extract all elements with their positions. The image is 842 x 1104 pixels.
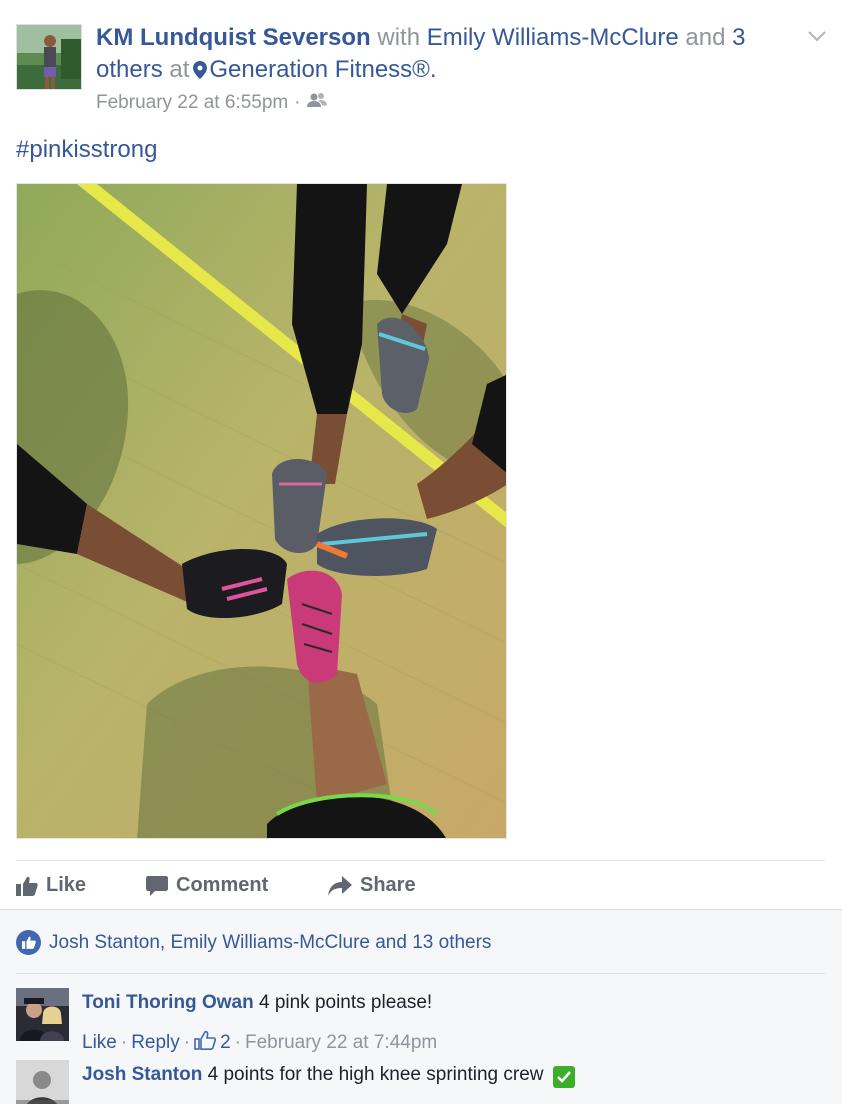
and-text: and [685,24,726,51]
with-text: with [377,24,421,51]
comment-label: Comment [176,874,269,896]
post-timestamp[interactable]: February 22 at 6:55pm [96,92,288,114]
commenter-avatar[interactable] [16,988,69,1041]
period-text: . [429,56,437,83]
share-label: Share [360,874,416,896]
like-reaction-icon [16,930,41,955]
check-mark-icon [552,1066,575,1088]
like-label: Like [46,874,87,896]
commenter-name-link[interactable]: Josh Stanton [82,1064,202,1085]
meta-separator: · [120,1032,128,1053]
comment-like-link[interactable]: Like [82,1032,117,1054]
author-name-link[interactable]: KM Lundquist Severson [96,24,371,51]
comment-body: Toni Thoring Owan 4 pink points please! [82,990,432,1016]
at-text: at [169,56,190,83]
share-button[interactable]: Share [328,874,416,897]
outline-thumbs-up-icon[interactable] [194,1030,217,1056]
location-link[interactable]: Generation Fitness® [209,56,429,83]
tagged-friend-link[interactable]: Emily Williams-McClure [427,24,679,51]
comments-section: Josh Stanton, Emily Williams-McClure and… [0,909,842,1104]
thumbs-up-icon [16,876,38,896]
author-avatar[interactable] [16,24,82,90]
actions-divider [16,860,825,861]
comment-button[interactable]: Comment [146,874,268,897]
post-message[interactable]: #pinkisstrong [16,136,157,164]
post-card: KM Lundquist Severson with Emily William… [0,0,842,1104]
comment-text: 4 pink points please! [258,992,433,1013]
post-header: KM Lundquist Severson with Emily William… [96,22,796,86]
likes-summary[interactable]: Josh Stanton, Emily Williams-McClure and… [16,930,491,955]
speech-bubble-icon [146,875,168,896]
share-arrow-icon [328,875,352,896]
friends-icon[interactable] [306,92,327,114]
comment-timestamp[interactable]: February 22 at 7:44pm [245,1032,437,1054]
comment-reply-link[interactable]: Reply [131,1032,180,1054]
meta-separator: · [183,1032,191,1053]
post-meta: February 22 at 6:55pm · [96,92,327,114]
meta-separator: · [234,1032,241,1053]
post-photo[interactable] [16,183,507,839]
commenter-name-link[interactable]: Toni Thoring Owan [82,992,254,1013]
comment-meta: Like · Reply · 2 · February 22 at 7:44pm [82,1030,437,1056]
comment-body: Josh Stanton 4 points for the high knee … [82,1062,575,1088]
meta-separator: · [294,92,301,113]
likes-summary-text: Josh Stanton, Emily Williams-McClure and… [49,931,492,953]
comment-text: 4 points for the high knee sprinting cre… [207,1064,544,1085]
commenter-avatar[interactable] [16,1060,69,1104]
location-pin-icon [193,56,208,79]
like-button[interactable]: Like [16,874,86,897]
post-options-chevron-down-icon[interactable] [806,28,828,44]
likes-divider [16,973,825,974]
comment-like-count[interactable]: 2 [220,1032,231,1054]
